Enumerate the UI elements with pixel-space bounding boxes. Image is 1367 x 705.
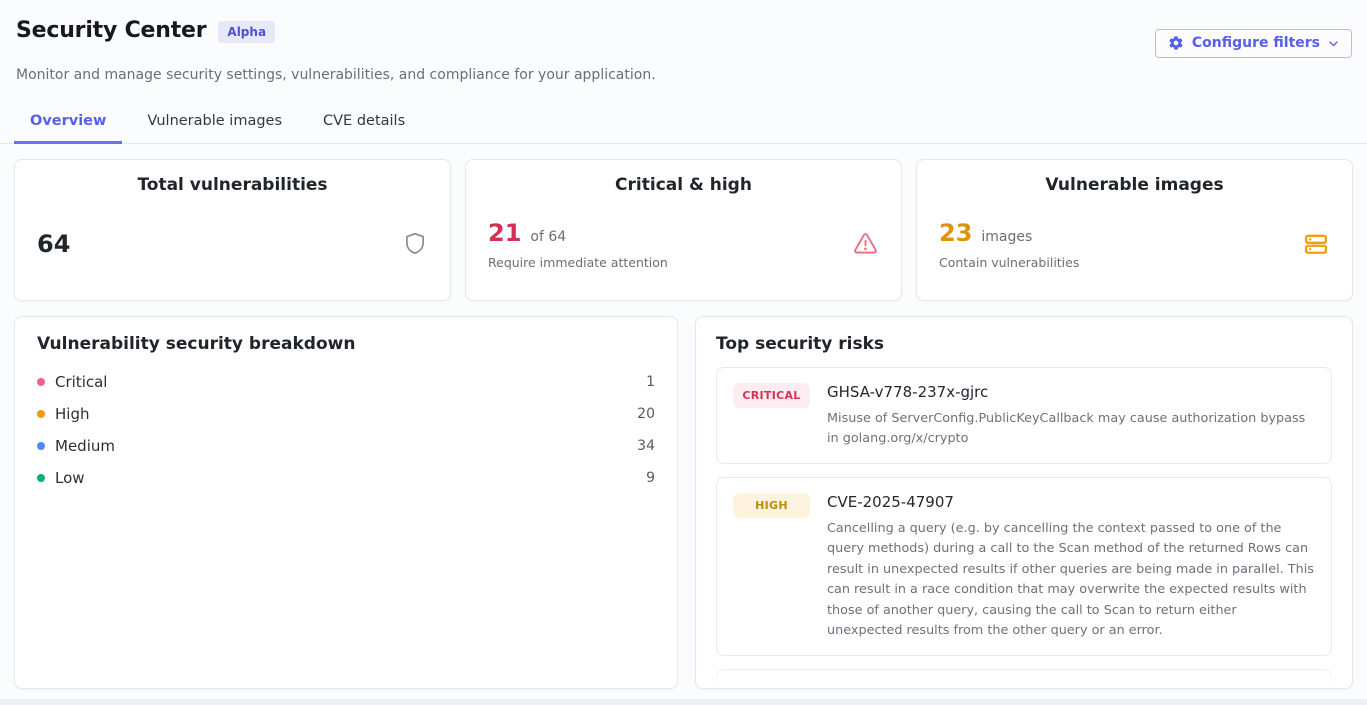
stats-row: Total vulnerabilities 64 Critical & high xyxy=(14,159,1353,301)
legend-value: 1 xyxy=(646,374,655,390)
stat-value: 23 xyxy=(939,218,972,248)
legend-row: High 20 xyxy=(37,398,655,430)
stat-card-vulnerable-images: Vulnerable images 23 images Contain vuln… xyxy=(916,159,1353,301)
shield-icon xyxy=(402,230,428,258)
stat-card-total-vulnerabilities: Total vulnerabilities 64 xyxy=(14,159,451,301)
risks-list: CRITICAL GHSA-v778-237x-gjrc Misuse of S… xyxy=(716,367,1332,689)
stat-unit: images xyxy=(981,229,1032,245)
legend-label: Medium xyxy=(55,437,115,455)
legend-row: Medium 34 xyxy=(37,430,655,462)
stat-note: Require immediate attention xyxy=(488,255,668,270)
breakdown-title: Vulnerability security breakdown xyxy=(37,334,655,354)
stat-title: Vulnerable images xyxy=(939,175,1330,195)
tab-bar: Overview Vulnerable images CVE details xyxy=(0,103,1367,144)
tab-vulnerable-images[interactable]: Vulnerable images xyxy=(131,103,298,144)
severity-dot-icon xyxy=(37,474,45,482)
legend-label: Low xyxy=(55,469,85,487)
legend-row: Critical 1 xyxy=(37,366,655,398)
risk-description: Misuse of ServerConfig.PublicKeyCallback… xyxy=(827,409,1315,450)
stat-title: Critical & high xyxy=(488,175,879,195)
severity-dot-icon xyxy=(37,442,45,450)
tab-overview[interactable]: Overview xyxy=(14,103,122,144)
chevron-down-icon xyxy=(1328,38,1339,49)
top-security-risks-panel: Top security risks CRITICAL GHSA-v778-23… xyxy=(695,316,1353,689)
warning-triangle-icon xyxy=(852,231,879,257)
page-header: Security Center Alpha Configure filters xyxy=(14,16,1353,58)
stat-unit: of 64 xyxy=(530,229,566,245)
panels-row: Vulnerability security breakdown Critica… xyxy=(14,316,1353,689)
page-title: Security Center xyxy=(16,16,206,46)
tab-cve-details[interactable]: CVE details xyxy=(307,103,421,144)
severity-dot-icon xyxy=(37,410,45,418)
legend-value: 20 xyxy=(637,406,655,422)
risk-card[interactable]: HIGH CVE-2025-9086 xyxy=(716,669,1332,689)
vulnerability-breakdown-panel: Vulnerability security breakdown Critica… xyxy=(14,316,678,689)
legend-row: Low 9 xyxy=(37,462,655,494)
stat-card-critical-high: Critical & high 21 of 64 Require immedia… xyxy=(465,159,902,301)
legend-label: High xyxy=(55,405,89,423)
stat-title: Total vulnerabilities xyxy=(37,175,428,195)
legend-value: 9 xyxy=(646,470,655,486)
configure-filters-button[interactable]: Configure filters xyxy=(1155,29,1352,58)
server-stack-icon xyxy=(1302,230,1330,258)
severity-badge: CRITICAL xyxy=(733,383,810,408)
stat-value: 64 xyxy=(37,229,70,259)
security-center-page: Security Center Alpha Configure filters … xyxy=(0,0,1367,699)
stat-note: Contain vulnerabilities xyxy=(939,255,1079,270)
risk-id: CVE-2025-9086 xyxy=(827,683,1315,689)
risk-description: Cancelling a query (e.g. by cancelling t… xyxy=(827,519,1315,642)
legend-label: Critical xyxy=(55,373,107,391)
risk-card[interactable]: HIGH CVE-2025-47907 Cancelling a query (… xyxy=(716,477,1332,656)
breakdown-legend: Critical 1 High 20 Medium 34 Low 9 xyxy=(37,366,655,494)
risks-title: Top security risks xyxy=(716,334,1332,354)
stat-value: 21 xyxy=(488,218,521,248)
alpha-badge: Alpha xyxy=(218,21,275,43)
page-subtitle: Monitor and manage security settings, vu… xyxy=(14,67,1353,83)
gear-icon xyxy=(1168,35,1184,51)
severity-badge: HIGH xyxy=(733,493,810,518)
risk-id: GHSA-v778-237x-gjrc xyxy=(827,381,1315,403)
risk-id: CVE-2025-47907 xyxy=(827,491,1315,513)
severity-badge: HIGH xyxy=(733,685,810,689)
severity-dot-icon xyxy=(37,378,45,386)
legend-value: 34 xyxy=(637,438,655,454)
risk-card[interactable]: CRITICAL GHSA-v778-237x-gjrc Misuse of S… xyxy=(716,367,1332,464)
configure-filters-label: Configure filters xyxy=(1192,35,1320,51)
